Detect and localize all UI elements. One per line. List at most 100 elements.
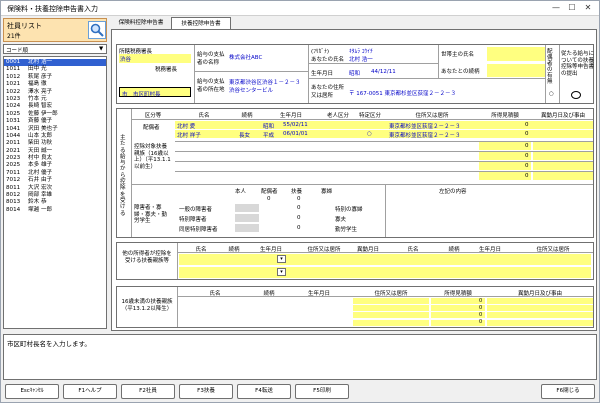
addr-value: 〒 167-0051 東京都杉並区荻窪２－２－３: [349, 91, 456, 97]
other-payer-check[interactable]: [571, 91, 581, 99]
chevron-down-icon[interactable]: ▾: [277, 255, 286, 263]
list-item[interactable]: 8012 岡部 幸雄: [4, 192, 106, 199]
under16-income-value: 0: [479, 304, 483, 311]
employee-code: 8014: [6, 206, 21, 213]
disabled-row-count: 0: [297, 205, 301, 211]
income-input[interactable]: [479, 162, 531, 170]
under16-block: 16歳未満の扶養親族（平13.1.2以降生） 氏名 続柄 生年月日 住所又は居所 所得見…: [116, 286, 594, 328]
dependents-col-header: 異動月日及び事由: [540, 113, 585, 119]
other-payer-row-1[interactable]: ▾: [179, 254, 591, 265]
disabled-self-cell: [235, 224, 259, 232]
list-item[interactable]: 7012 石井 由子: [4, 177, 106, 184]
employee-code: 1011: [6, 66, 21, 73]
birth-era: 昭和: [349, 71, 361, 77]
under16-income-input[interactable]: [431, 298, 485, 304]
dependent-income: 0: [525, 122, 529, 128]
disabled-row-right: 寡夫: [335, 217, 347, 223]
kana-label: (ﾌﾘｶﾞﾅ): [311, 49, 330, 55]
list-item[interactable]: 0001 北村 浩一: [4, 59, 106, 67]
under16-change-input[interactable]: [487, 312, 593, 319]
income-input[interactable]: [479, 172, 531, 180]
change-input[interactable]: [533, 142, 593, 150]
dependent-row[interactable]: [175, 121, 593, 129]
dependent-row[interactable]: [175, 130, 593, 138]
list-item[interactable]: 8011 大沢 宏次: [4, 185, 106, 192]
employee-name: 鈴木 恭: [28, 199, 47, 206]
f3-dependent-button[interactable]: F3扶養: [179, 384, 233, 399]
change-input[interactable]: [533, 172, 593, 180]
employee-code: 1041: [6, 125, 21, 132]
list-item[interactable]: 7011 北村 優子: [4, 170, 106, 177]
dependents-block: 主たる給与から控除を受ける 区分等 氏名 続柄 生年月日 老人区分 特定区分 住所又は居所 所…: [116, 108, 594, 238]
tab-insurance[interactable]: 保険料控除申告書: [111, 18, 171, 29]
list-item[interactable]: 2011 柴田 功秋: [4, 140, 106, 147]
list-item[interactable]: 1012 萩尾 彦子: [4, 74, 106, 81]
f5-print-button[interactable]: F5印刷: [295, 384, 349, 399]
dependents-col-header: 氏名: [198, 113, 210, 119]
list-item[interactable]: 1025 佐藤 伊一郎: [4, 111, 106, 118]
maximize-button[interactable]: ☐: [565, 2, 579, 14]
list-item[interactable]: 1011 田中 光: [4, 66, 106, 73]
employee-name: 岡部 幸雄: [28, 192, 53, 199]
other-payer-row-2[interactable]: ▾: [179, 267, 591, 278]
dependent-birth: 55/02/11: [283, 122, 308, 128]
list-item[interactable]: 1041 沢田 美也子: [4, 126, 106, 133]
income-value: 0: [525, 173, 529, 179]
under16-change-input[interactable]: [487, 319, 593, 326]
list-item[interactable]: 1022 澤水 亮子: [4, 89, 106, 96]
minimize-button[interactable]: —: [549, 2, 563, 14]
dependents-col-header: 所得見積額: [491, 113, 519, 119]
under16-income-input[interactable]: [431, 312, 485, 319]
list-item[interactable]: 1021 福島 徹: [4, 81, 106, 88]
change-input[interactable]: [533, 152, 593, 160]
under16-income-value: 0: [479, 311, 483, 318]
list-item[interactable]: 2021 天田 誠一: [4, 148, 106, 155]
under16-income-input[interactable]: [431, 319, 485, 326]
income-input[interactable]: [479, 152, 531, 160]
employee-code: 2023: [6, 155, 21, 162]
list-item[interactable]: 2025 本多 雄子: [4, 162, 106, 169]
list-item[interactable]: 1031 斉藤 優子: [4, 118, 106, 125]
title-bar: 保険料・扶養控除申告書入力 — ☐ ✕: [1, 1, 599, 16]
dependent-address: 東京都杉並区荻窪２－２－３: [389, 124, 461, 130]
search-button[interactable]: [88, 21, 106, 39]
under16-income-input[interactable]: [431, 305, 485, 312]
list-item[interactable]: 2023 村中 良太: [4, 155, 106, 162]
change-input[interactable]: [533, 162, 593, 170]
list-item[interactable]: 1044 山本 太郎: [4, 133, 106, 140]
chevron-down-icon[interactable]: ▾: [277, 268, 286, 276]
f1-help-button[interactable]: F1ヘルプ: [63, 384, 117, 399]
dependent-era: 平成: [263, 133, 275, 139]
esc-cancel-button[interactable]: Escｷｬﾝｾﾙ: [5, 384, 59, 399]
householder-input[interactable]: [487, 47, 545, 61]
close-button[interactable]: ✕: [581, 2, 595, 14]
tax-office-input[interactable]: 渋谷: [119, 54, 191, 63]
payer-addr-value2: 渋谷センタービル: [229, 88, 274, 94]
under16-addr-input[interactable]: [353, 312, 429, 319]
employee-list[interactable]: 0001 北村 浩一 1011 田中 光 1012 萩尾 彦子 1021 福島 徹 1022 澤水…: [3, 56, 107, 329]
income-value: 0: [525, 163, 529, 169]
employee-name: 福島 徹: [28, 81, 47, 88]
list-item[interactable]: 1023 竹本 元: [4, 96, 106, 103]
list-item[interactable]: 8014 塚越 一郎: [4, 207, 106, 214]
under16-addr-input[interactable]: [353, 319, 429, 326]
list-item[interactable]: 8013 鈴木 恭: [4, 199, 106, 206]
dependent-relation: 長女: [239, 133, 251, 139]
f6-close-button[interactable]: F6閉じる: [541, 384, 595, 399]
relation-input[interactable]: [487, 64, 545, 77]
city-value: 市 市区町村長: [122, 92, 161, 98]
sort-select[interactable]: コード順 ▼: [3, 44, 107, 54]
divider: [438, 45, 439, 78]
city-input[interactable]: 市 市区町村長: [119, 87, 191, 98]
under16-addr-input[interactable]: [353, 305, 429, 312]
under16-side-label: 16歳未満の扶養親族（平13.1.2以降生）: [121, 299, 173, 312]
f4-transfer-button[interactable]: F4転送: [237, 384, 291, 399]
list-item[interactable]: 1024 長崎 智宏: [4, 103, 106, 110]
employee-code: 1044: [6, 132, 21, 139]
magnifier-icon: [90, 23, 104, 37]
under16-change-input[interactable]: [487, 298, 593, 304]
f2-employee-button[interactable]: F2社員: [121, 384, 175, 399]
income-input[interactable]: [479, 142, 531, 150]
under16-change-input[interactable]: [487, 305, 593, 312]
under16-addr-input[interactable]: [353, 298, 429, 304]
